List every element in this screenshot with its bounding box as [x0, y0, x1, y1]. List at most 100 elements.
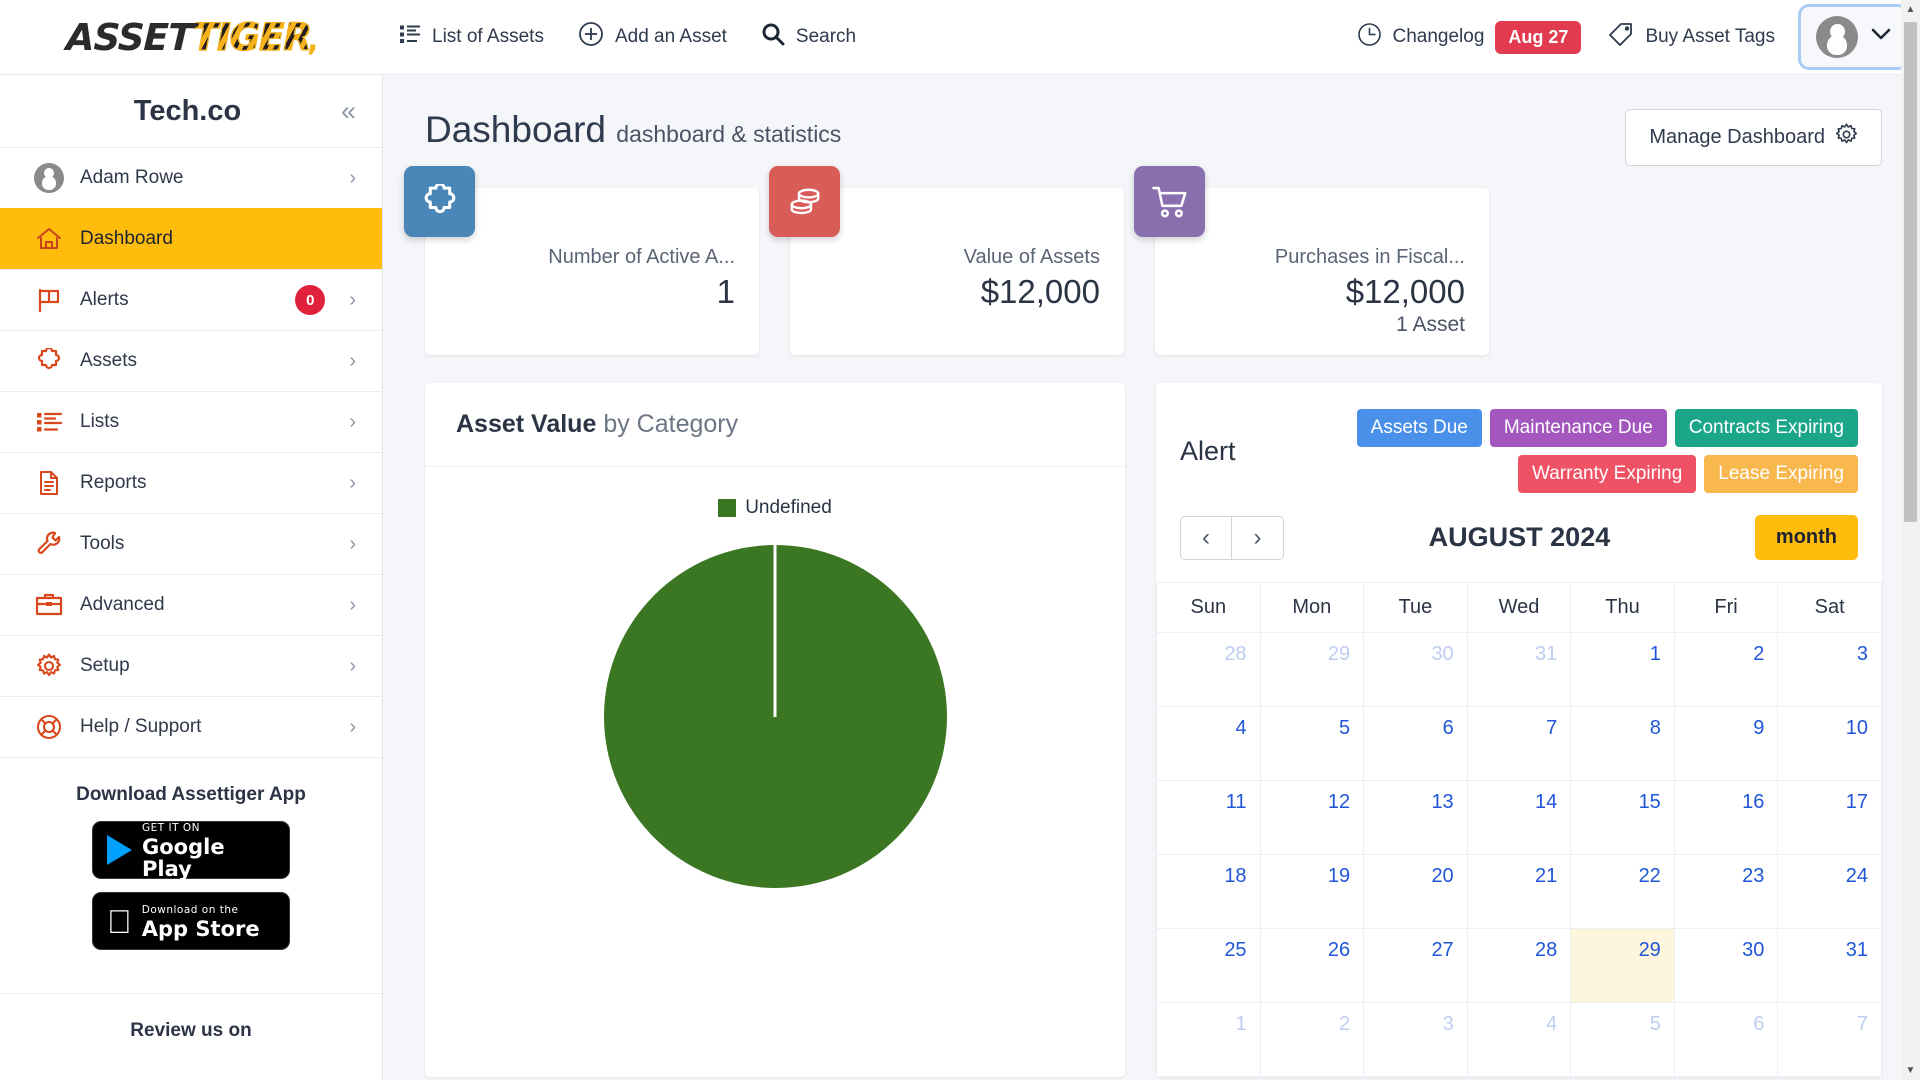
- calendar-weekday-mon: Mon: [1260, 583, 1364, 633]
- sidebar-item-label: Assets: [80, 350, 333, 372]
- scroll-down-arrow-icon[interactable]: ▼: [1901, 1061, 1920, 1080]
- sidebar-item-alerts[interactable]: Alerts 0 ›: [0, 269, 382, 330]
- user-menu-button[interactable]: [1801, 7, 1906, 67]
- chevron-right-icon: ›: [349, 290, 356, 310]
- app-logo[interactable]: ASSETTIGER,: [0, 0, 383, 74]
- cart-icon: [1134, 166, 1205, 237]
- changelog-button[interactable]: Changelog Aug 27: [1357, 21, 1582, 54]
- scroll-up-arrow-icon[interactable]: ▲: [1901, 0, 1920, 19]
- calendar-day-cell[interactable]: 27: [1364, 929, 1468, 1003]
- puzzle-icon: [404, 166, 475, 237]
- calendar-day-cell[interactable]: 7: [1778, 1003, 1882, 1077]
- chevron-right-icon: ›: [349, 168, 356, 188]
- calendar-day-cell[interactable]: 7: [1467, 707, 1571, 781]
- calendar-day-cell[interactable]: 2: [1260, 1003, 1364, 1077]
- calendar-day-cell[interactable]: 28: [1467, 929, 1571, 1003]
- sidebar-collapse-button[interactable]: «: [341, 98, 356, 125]
- calendar-day-cell[interactable]: 12: [1260, 781, 1364, 855]
- main-content: Dashboard dashboard & statistics Manage …: [383, 75, 1920, 1080]
- top-nav-items: List of Assets Add an Asset Search: [399, 21, 856, 53]
- calendar-day-cell[interactable]: 13: [1364, 781, 1468, 855]
- calendar-day-cell[interactable]: 18: [1157, 855, 1261, 929]
- calendar-day-cell[interactable]: 17: [1778, 781, 1882, 855]
- calendar-next-button[interactable]: ›: [1232, 516, 1284, 560]
- calendar-day-cell[interactable]: 31: [1467, 633, 1571, 707]
- stat-card-value-of-assets[interactable]: Value of Assets $12,000: [790, 188, 1124, 355]
- calendar-prev-button[interactable]: ‹: [1180, 516, 1232, 560]
- alert-tab-warranty-expiring[interactable]: Warranty Expiring: [1518, 455, 1696, 493]
- manage-dashboard-button[interactable]: Manage Dashboard: [1625, 109, 1882, 166]
- chevron-right-icon: ›: [349, 595, 356, 615]
- calendar-day-cell[interactable]: 21: [1467, 855, 1571, 929]
- calendar-controls: ‹ › AUGUST 2024 month: [1156, 515, 1882, 582]
- calendar-day-cell[interactable]: 4: [1467, 1003, 1571, 1077]
- app-root: ASSETTIGER, List of Assets: [0, 0, 1920, 1080]
- app-store-button[interactable]:  Download on the App Store: [92, 892, 290, 950]
- calendar-day-cell[interactable]: 28: [1157, 633, 1261, 707]
- calendar-day-cell[interactable]: 5: [1571, 1003, 1675, 1077]
- calendar-day-cell[interactable]: 9: [1674, 707, 1778, 781]
- stat-card-purchases-fiscal[interactable]: Purchases in Fiscal... $12,000 1 Asset: [1155, 188, 1489, 355]
- calendar-day-cell[interactable]: 3: [1778, 633, 1882, 707]
- calendar-day-cell[interactable]: 30: [1674, 929, 1778, 1003]
- stat-card-active-assets[interactable]: Number of Active A... 1: [425, 188, 759, 355]
- pie-slice-undefined[interactable]: [604, 545, 947, 888]
- document-icon: [34, 470, 64, 496]
- calendar-day-cell[interactable]: 29: [1571, 929, 1675, 1003]
- calendar-day-cell[interactable]: 8: [1571, 707, 1675, 781]
- calendar-day-cell[interactable]: 2: [1674, 633, 1778, 707]
- chart-title-bold: Asset Value: [456, 410, 596, 438]
- calendar-nav-group: ‹ ›: [1180, 516, 1284, 560]
- calendar-day-cell[interactable]: 26: [1260, 929, 1364, 1003]
- calendar-day-cell[interactable]: 19: [1260, 855, 1364, 929]
- sidebar-item-setup[interactable]: Setup ›: [0, 635, 382, 696]
- calendar-day-cell[interactable]: 25: [1157, 929, 1261, 1003]
- chart-legend[interactable]: Undefined: [425, 467, 1125, 529]
- calendar-day-cell[interactable]: 16: [1674, 781, 1778, 855]
- calendar-day-cell[interactable]: 14: [1467, 781, 1571, 855]
- sidebar-item-dashboard[interactable]: Dashboard: [0, 208, 382, 269]
- pie-chart[interactable]: [425, 529, 1125, 908]
- alert-tab-assets-due[interactable]: Assets Due: [1357, 409, 1482, 447]
- calendar-day-cell[interactable]: 1: [1571, 633, 1675, 707]
- changelog-date-badge[interactable]: Aug 27: [1495, 21, 1581, 54]
- alert-tab-lease-expiring[interactable]: Lease Expiring: [1704, 455, 1858, 493]
- stat-label: Number of Active A...: [425, 246, 735, 269]
- page-scrollbar[interactable]: ▲ ▼: [1901, 0, 1920, 1080]
- sidebar-item-advanced[interactable]: Advanced ›: [0, 574, 382, 635]
- calendar-day-cell[interactable]: 3: [1364, 1003, 1468, 1077]
- calendar-view-month-button[interactable]: month: [1755, 515, 1858, 560]
- sidebar-item-assets[interactable]: Assets ›: [0, 330, 382, 391]
- calendar-day-cell[interactable]: 6: [1364, 707, 1468, 781]
- calendar-day-cell[interactable]: 1: [1157, 1003, 1261, 1077]
- calendar-day-cell[interactable]: 22: [1571, 855, 1675, 929]
- sidebar-item-adam-rowe[interactable]: Adam Rowe ›: [0, 147, 382, 208]
- calendar-day-cell[interactable]: 24: [1778, 855, 1882, 929]
- alert-tab-maintenance-due[interactable]: Maintenance Due: [1490, 409, 1667, 447]
- calendar-day-cell[interactable]: 31: [1778, 929, 1882, 1003]
- google-play-big-label: Google Play: [142, 835, 225, 882]
- nav-add-an-asset[interactable]: Add an Asset: [578, 21, 727, 53]
- calendar-day-cell[interactable]: 29: [1260, 633, 1364, 707]
- sidebar-item-lists[interactable]: Lists ›: [0, 391, 382, 452]
- calendar-day-cell[interactable]: 15: [1571, 781, 1675, 855]
- alert-tab-contracts-expiring[interactable]: Contracts Expiring: [1675, 409, 1858, 447]
- avatar: [1816, 16, 1858, 58]
- calendar-day-cell[interactable]: 5: [1260, 707, 1364, 781]
- nav-search[interactable]: Search: [761, 22, 856, 52]
- google-play-button[interactable]: GET IT ON Google Play: [92, 821, 290, 879]
- sidebar-item-help-support[interactable]: Help / Support ›: [0, 696, 382, 757]
- calendar-day-cell[interactable]: 4: [1157, 707, 1261, 781]
- sidebar-item-reports[interactable]: Reports ›: [0, 452, 382, 513]
- calendar-day-cell[interactable]: 10: [1778, 707, 1882, 781]
- calendar-day-cell[interactable]: 11: [1157, 781, 1261, 855]
- buy-asset-tags-button[interactable]: Buy Asset Tags: [1607, 22, 1775, 53]
- scrollbar-thumb[interactable]: [1904, 22, 1917, 522]
- plus-circle-icon: [578, 21, 604, 53]
- nav-list-of-assets[interactable]: List of Assets: [399, 24, 544, 50]
- calendar-day-cell[interactable]: 6: [1674, 1003, 1778, 1077]
- calendar-day-cell[interactable]: 20: [1364, 855, 1468, 929]
- calendar-day-cell[interactable]: 30: [1364, 633, 1468, 707]
- calendar-day-cell[interactable]: 23: [1674, 855, 1778, 929]
- sidebar-item-tools[interactable]: Tools ›: [0, 513, 382, 574]
